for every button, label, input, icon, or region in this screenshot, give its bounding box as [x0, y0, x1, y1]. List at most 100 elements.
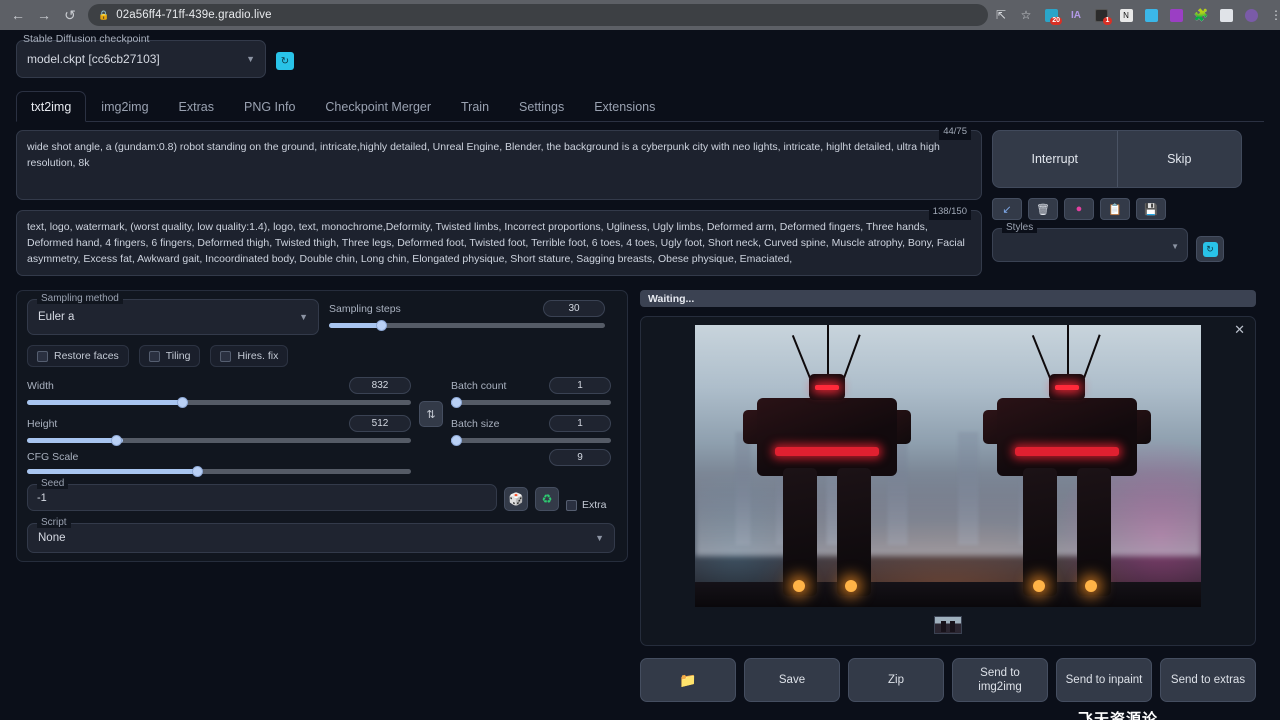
tab-settings[interactable]: Settings: [504, 91, 579, 122]
main-tabs: txt2img img2img Extras PNG Info Checkpoi…: [16, 90, 1264, 122]
hires-fix-checkbox[interactable]: Hires. fix: [210, 345, 288, 367]
slider-track[interactable]: [27, 438, 411, 443]
tab-train[interactable]: Train: [446, 91, 504, 122]
slider-track[interactable]: [27, 469, 411, 474]
send-to-inpaint-button[interactable]: Send to inpaint: [1056, 658, 1152, 702]
seed-input[interactable]: Seed -1: [27, 484, 497, 511]
positive-prompt-text: wide shot angle, a (gundam:0.8) robot st…: [27, 141, 940, 169]
batch-size-slider[interactable]: Batch size 1: [451, 415, 611, 443]
sampling-steps-value[interactable]: 30: [543, 300, 605, 317]
styles-refresh-button[interactable]: ↻: [1196, 236, 1224, 262]
checkbox-box: [566, 500, 577, 511]
open-folder-button[interactable]: 📁: [640, 658, 736, 702]
sampling-steps-slider[interactable]: Sampling steps 30: [329, 300, 605, 335]
close-icon[interactable]: ✕: [1234, 322, 1245, 338]
zip-button[interactable]: Zip: [848, 658, 944, 702]
reload-icon[interactable]: ↺: [58, 3, 82, 27]
tab-extensions[interactable]: Extensions: [579, 91, 670, 122]
sampling-row: Sampling method Euler a ▼ Sampling steps…: [27, 299, 617, 335]
sampling-method-select[interactable]: Sampling method Euler a ▼: [27, 299, 319, 335]
checkbox-box: [220, 351, 231, 362]
batch-count-value[interactable]: 1: [549, 377, 611, 394]
paintbrush-icon[interactable]: ●: [1064, 198, 1094, 220]
extra-label: Extra: [582, 499, 607, 511]
cfg-scale-slider[interactable]: CFG Scale: [27, 451, 411, 474]
tiling-checkbox[interactable]: Tiling: [139, 345, 201, 367]
tab-txt2img[interactable]: txt2img: [16, 91, 86, 122]
clipboard-icon[interactable]: 📋: [1100, 198, 1130, 220]
height-value[interactable]: 512: [349, 415, 411, 432]
refresh-icon[interactable]: ↻: [276, 52, 294, 70]
cfg-row: CFG Scale 9: [27, 451, 617, 474]
send-to-extras-button[interactable]: Send to extras: [1160, 658, 1256, 702]
restore-faces-label: Restore faces: [54, 350, 119, 362]
browser-toolbar: ← → ↺ 🔒 02a56ff4-71ff-439e.gradio.live ⇱…: [0, 0, 1280, 30]
chevron-down-icon: ▼: [299, 312, 308, 322]
cfg-scale-label: CFG Scale: [27, 451, 78, 463]
skip-button[interactable]: Skip: [1117, 131, 1242, 187]
dice-icon[interactable]: 🎲: [504, 487, 528, 511]
slider-track[interactable]: [451, 400, 611, 405]
slider-track[interactable]: [451, 438, 611, 443]
batch-size-value[interactable]: 1: [549, 415, 611, 432]
trash-icon[interactable]: 🗑: [1028, 198, 1058, 220]
watermark: 飞天资源论坛 🔥 feitianwu7.com: [1078, 708, 1280, 720]
tab-img2img[interactable]: img2img: [86, 91, 163, 122]
width-label: Width: [27, 380, 54, 392]
interrupt-button[interactable]: Interrupt: [993, 131, 1117, 187]
save-button[interactable]: Save: [744, 658, 840, 702]
prompt-column: 44/75 wide shot angle, a (gundam:0.8) ro…: [16, 130, 982, 276]
address-bar[interactable]: 🔒 02a56ff4-71ff-439e.gradio.live: [88, 4, 988, 26]
batch-count-slider[interactable]: Batch count 1: [451, 377, 611, 405]
extension-ia-icon[interactable]: IA: [1065, 4, 1087, 26]
share-icon[interactable]: ⇱: [990, 4, 1012, 26]
checkpoint-select[interactable]: Stable Diffusion checkpoint model.ckpt […: [16, 40, 266, 78]
styles-dropdown[interactable]: Styles ▼: [992, 228, 1188, 262]
save-style-icon[interactable]: 💾: [1136, 198, 1166, 220]
width-slider[interactable]: Width 832: [27, 377, 411, 405]
checkpoint-label: Stable Diffusion checkpoint: [23, 33, 149, 45]
checkbox-box: [149, 351, 160, 362]
negative-prompt-text: text, logo, watermark, (worst quality, l…: [27, 221, 965, 265]
swap-dimensions-icon[interactable]: ⇅: [419, 401, 443, 427]
back-arrow-icon[interactable]: ←: [6, 3, 30, 27]
negative-prompt-input[interactable]: 138/150 text, logo, watermark, (worst qu…: [16, 210, 982, 276]
seed-row: Seed -1 🎲 ♻ Extra: [27, 484, 617, 511]
extension-badge-1-icon[interactable]: 1: [1090, 4, 1112, 26]
extra-checkbox[interactable]: Extra: [566, 499, 607, 511]
height-label: Height: [27, 418, 57, 430]
positive-prompt-input[interactable]: 44/75 wide shot angle, a (gundam:0.8) ro…: [16, 130, 982, 200]
extension-notion-icon[interactable]: N: [1115, 4, 1137, 26]
recycle-icon[interactable]: ♻: [535, 487, 559, 511]
cfg-scale-value[interactable]: 9: [549, 449, 611, 466]
generated-image[interactable]: [695, 325, 1201, 607]
tab-png-info[interactable]: PNG Info: [229, 91, 310, 122]
send-to-img2img-button[interactable]: Send to img2img: [952, 658, 1048, 702]
extension-purple-icon[interactable]: [1165, 4, 1187, 26]
forward-arrow-icon[interactable]: →: [32, 3, 56, 27]
cfg-value-wrap: 9: [451, 449, 611, 466]
avatar[interactable]: [1240, 4, 1262, 26]
slider-track[interactable]: [329, 323, 605, 328]
seed-value: -1: [37, 492, 47, 504]
extension-image-icon[interactable]: [1140, 4, 1162, 26]
script-select[interactable]: Script None ▼: [27, 523, 615, 553]
star-icon[interactable]: ☆: [1015, 4, 1037, 26]
restore-faces-checkbox[interactable]: Restore faces: [27, 345, 129, 367]
restore-progress-icon[interactable]: ↙: [992, 198, 1022, 220]
sampling-method-label: Sampling method: [37, 293, 123, 304]
slider-track[interactable]: [27, 400, 411, 405]
extension-split-icon[interactable]: [1215, 4, 1237, 26]
tab-checkpoint-merger[interactable]: Checkpoint Merger: [310, 91, 446, 122]
extension-badge-20-icon[interactable]: 20: [1040, 4, 1062, 26]
status-text: Waiting...: [648, 293, 694, 305]
puzzle-icon[interactable]: 🧩: [1190, 4, 1212, 26]
tab-extras[interactable]: Extras: [164, 91, 229, 122]
height-slider[interactable]: Height 512: [27, 415, 411, 443]
result-thumbnail[interactable]: [934, 616, 962, 634]
stable-diffusion-webui: Stable Diffusion checkpoint model.ckpt […: [0, 30, 1280, 720]
batch-count-label: Batch count: [451, 380, 506, 392]
watermark-chinese: 飞天资源论坛: [1078, 708, 1167, 720]
width-value[interactable]: 832: [349, 377, 411, 394]
kebab-menu-icon[interactable]: ⋮: [1265, 4, 1280, 26]
